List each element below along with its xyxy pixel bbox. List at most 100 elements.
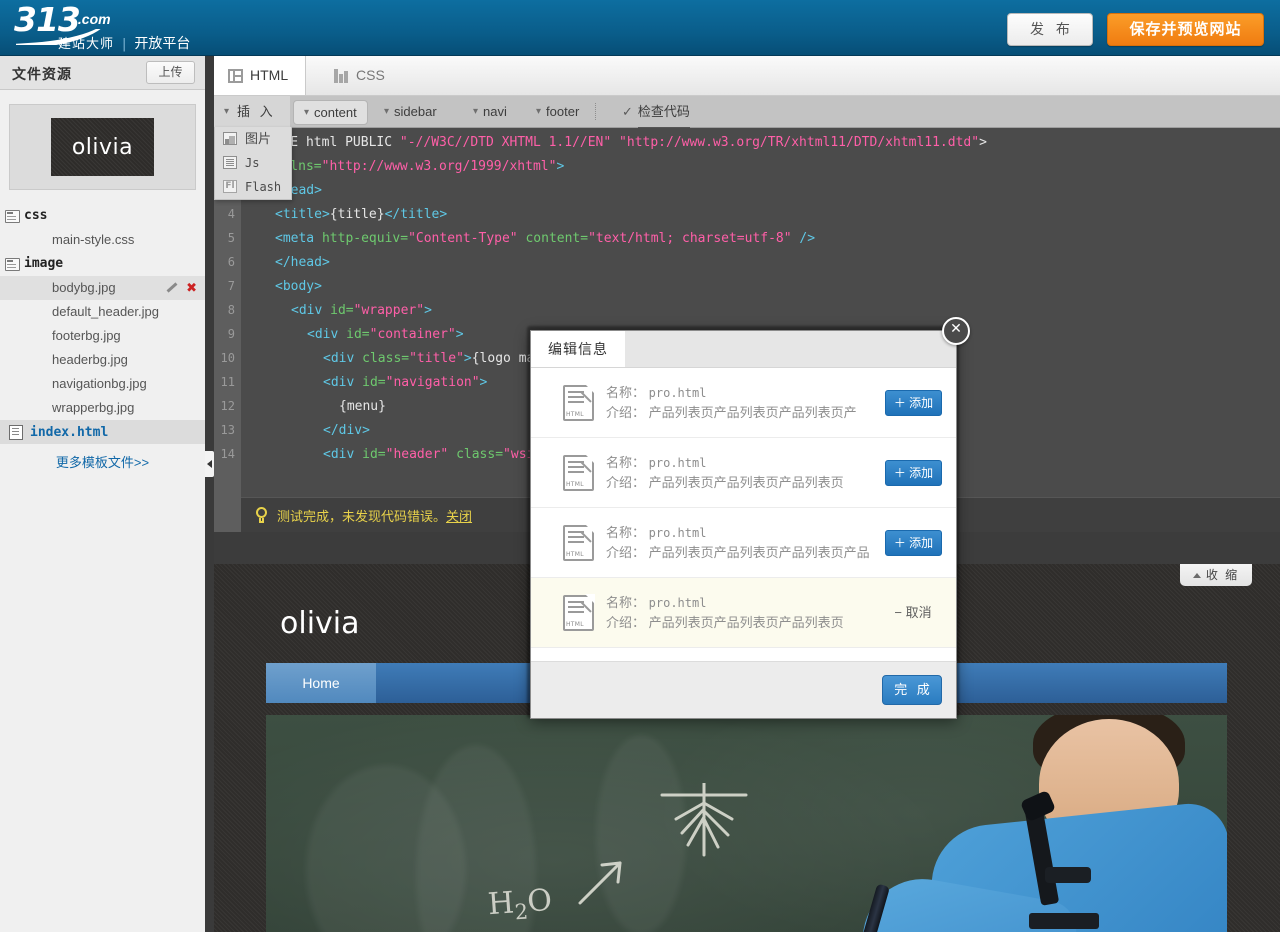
tree-file-label: default_header.jpg <box>52 304 159 319</box>
tab-html[interactable]: HTML <box>214 56 307 95</box>
close-icon[interactable]: ✕ <box>942 317 970 345</box>
done-button[interactable]: 完 成 <box>882 675 942 705</box>
edit-pencil-icon[interactable] <box>166 282 177 293</box>
code-token: "http://www.w3.org/1999/xhtml" <box>321 159 557 174</box>
code-token: http-equiv= <box>321 231 409 246</box>
tree-folder-css[interactable]: css <box>0 204 205 228</box>
code-line-source: <div id="container"> <box>241 323 464 347</box>
desc-value: 产品列表页产品列表页产品列表页 <box>648 615 844 630</box>
desc-key: 介绍： <box>606 615 646 630</box>
cancel-page-button[interactable]: − 取消 <box>884 601 942 625</box>
add-page-button[interactable]: ＋ 添加 <box>885 459 942 486</box>
tree-file-headerbg.jpg[interactable]: headerbg.jpg <box>0 348 205 372</box>
check-code-button[interactable]: ✓ 检查代码 <box>612 96 700 128</box>
page-list-row[interactable]: HTML 名称： pro.html 介绍： 产品列表页产品列表页产品列表页＋ 添加 <box>531 438 956 508</box>
code-token: class= <box>448 447 504 462</box>
code-token: "-//W3C//DTD XHTML 1.1//EN" "http://www.… <box>399 135 980 150</box>
page-list-row[interactable]: HTML 名称： pro.html 介绍： 产品列表页产品列表页产品列表页产品＋ 添… <box>531 508 956 578</box>
region-content-label: content <box>314 105 357 120</box>
insert-menu-button[interactable]: ▾ 插 入 <box>214 96 290 127</box>
formula-h: H <box>486 885 516 923</box>
folder-icon <box>5 210 20 223</box>
region-button-footer[interactable]: ▾ footer <box>526 96 589 127</box>
add-page-button[interactable]: ＋ 添加 <box>885 529 942 556</box>
shrink-label: 收 缩 <box>1205 568 1240 582</box>
tree-file-bodybg.jpg[interactable]: bodybg.jpg ✖ <box>0 276 205 300</box>
region-sidebar-label: sidebar <box>394 104 437 119</box>
editor-tabstrip: HTML CSS <box>214 56 1280 96</box>
sidebar-splitter[interactable] <box>205 56 214 932</box>
app-root: 313.com 建站大师 | 开放平台 发 布 保存并预览网站 文件资源 上传 ol… <box>0 0 1280 932</box>
code-line: 8 <div id="wrapper"> <box>214 298 1280 322</box>
page-desc-line: 介绍： 产品列表页产品列表页产品列表页产 <box>606 403 885 422</box>
code-line: 2l xmlns="http://www.w3.org/1999/xhtml"> <box>214 154 1280 178</box>
tab-css[interactable]: CSS <box>320 56 402 95</box>
insert-menu-item-image[interactable]: 图片 <box>215 127 291 151</box>
code-token: <div <box>323 447 363 462</box>
code-token: <meta <box>275 231 322 246</box>
line-number: 11 <box>220 375 235 389</box>
close-status-link[interactable]: 关闭 <box>446 509 472 524</box>
upload-button[interactable]: 上传 <box>146 61 195 84</box>
insert-menu-item-js[interactable]: Js <box>215 151 291 175</box>
tree-file-main-style.css[interactable]: main-style.css <box>0 228 205 252</box>
microscope-arm <box>1045 867 1091 883</box>
microscope-stage <box>1029 913 1099 929</box>
code-token: <div <box>323 375 363 390</box>
tree-folder-label: css <box>24 208 48 223</box>
code-token: "wrapper" <box>353 303 425 318</box>
code-token: <div <box>307 327 347 342</box>
tab-html-label: HTML <box>250 67 289 83</box>
code-token: > <box>463 351 472 366</box>
brand-logo[interactable]: 313.com 建站大师 | 开放平台 <box>14 3 190 53</box>
tree-file-index.html[interactable]: index.html <box>0 420 205 444</box>
line-number: 7 <box>227 279 235 293</box>
line-number: 4 <box>227 207 235 221</box>
delete-icon[interactable]: ✖ <box>186 281 197 296</box>
code-token: id= <box>362 447 386 462</box>
check-code-label: 检查代码 <box>637 96 690 128</box>
code-token: {menu} <box>339 399 386 414</box>
tree-file-wrapperbg.jpg[interactable]: wrapperbg.jpg <box>0 396 205 420</box>
shrink-preview-button[interactable]: 收 缩 <box>1180 564 1252 586</box>
code-status-text: 测试完成，未发现代码错误。 <box>277 508 447 524</box>
desc-value: 产品列表页产品列表页产品列表页产品 <box>648 545 870 560</box>
preview-nav-item-home[interactable]: Home <box>266 663 376 703</box>
region-button-content[interactable]: ▾ content <box>293 100 368 125</box>
desc-value: 产品列表页产品列表页产品列表页 <box>648 475 844 490</box>
insert-menu-item-flash[interactable]: Fl Flash <box>215 175 291 199</box>
dialog-tab-edit-info[interactable]: 编辑信息 <box>531 331 625 367</box>
dialog-tabbar: 编辑信息 <box>531 331 956 368</box>
page-list-row[interactable]: HTML 名称： pro.html 介绍： 产品列表页产品列表页产品列表页 − 取消 <box>531 578 956 648</box>
region-button-navi[interactable]: ▾ navi <box>463 96 517 127</box>
name-value: pro.html <box>648 456 707 470</box>
tree-file-footerbg.jpg[interactable]: footerbg.jpg <box>0 324 205 348</box>
page-list-row[interactable]: HTML 名称： pro.html 介绍： 产品列表页产品列表页产品列表页产＋ 添加 <box>531 368 956 438</box>
code-line: 1CTYPE html PUBLIC "-//W3C//DTD XHTML 1.… <box>214 130 1280 154</box>
tree-file-navigationbg.jpg[interactable]: navigationbg.jpg <box>0 372 205 396</box>
add-page-button[interactable]: ＋ 添加 <box>885 389 942 416</box>
code-token: /> <box>791 231 816 246</box>
file-resources-sidebar: 文件资源 上传 olivia css main-style.css image bod… <box>0 56 206 932</box>
name-value: pro.html <box>648 526 707 540</box>
sidebar-collapse-handle[interactable] <box>205 451 214 477</box>
save-and-preview-button[interactable]: 保存并预览网站 <box>1107 13 1264 46</box>
more-templates-link[interactable]: 更多模板文件>> <box>0 452 205 471</box>
chevron-down-icon: ▾ <box>384 106 390 117</box>
file-tree: css main-style.css image bodybg.jpg ✖ default… <box>0 204 205 444</box>
logo-subtitle-platform: 开放平台 <box>134 36 191 52</box>
tree-folder-image[interactable]: image <box>0 252 205 276</box>
sidebar-title: 文件资源 <box>12 66 72 82</box>
publish-button[interactable]: 发 布 <box>1007 13 1093 46</box>
dialog-footer: 完 成 <box>531 661 956 718</box>
region-button-sidebar[interactable]: ▾ sidebar <box>374 96 447 127</box>
desc-key: 介绍： <box>606 545 646 560</box>
insert-label: 插 入 <box>237 104 276 119</box>
page-name-line: 名称： pro.html <box>606 593 884 613</box>
code-line-source: <div id="wrapper"> <box>241 299 432 323</box>
tree-file-default_header.jpg[interactable]: default_header.jpg <box>0 300 205 324</box>
code-line-source: <meta http-equiv="Content-Type" content=… <box>241 227 815 251</box>
tree-file-label: main-style.css <box>52 232 135 247</box>
code-token: </div> <box>323 423 370 438</box>
code-token: class= <box>362 351 410 366</box>
